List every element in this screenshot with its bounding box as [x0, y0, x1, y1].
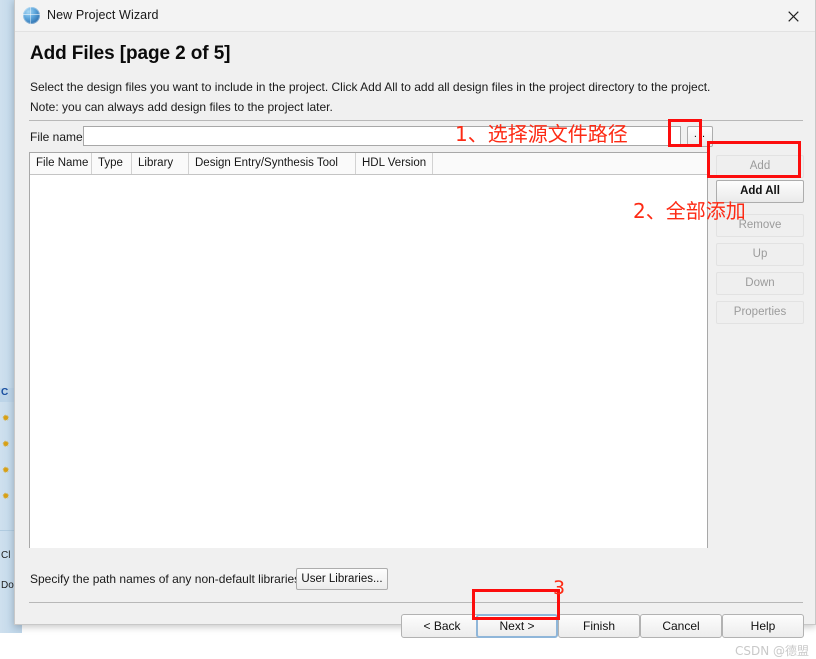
host-panel-label-cl: Cl [1, 550, 11, 561]
nav-button-next[interactable]: Next > [476, 614, 558, 638]
user-libraries-button[interactable]: User Libraries... [296, 568, 388, 590]
file-list-column-header[interactable] [433, 153, 706, 174]
button-properties: Properties [716, 301, 804, 324]
file-list-column-header[interactable]: Type [92, 153, 132, 174]
file-name-input[interactable] [83, 126, 681, 146]
separator-top [29, 120, 803, 121]
button-add: Add [716, 155, 804, 178]
button-down: Down [716, 272, 804, 295]
nav-button-cancel[interactable]: Cancel [640, 614, 722, 638]
quartus-globe-icon [23, 7, 40, 24]
browse-files-button[interactable]: ... [687, 126, 713, 147]
host-tree-label-c: C [1, 387, 9, 398]
nav-button-back[interactable]: < Back [401, 614, 483, 638]
user-libraries-label: Specify the path names of any non-defaul… [30, 572, 304, 586]
close-icon[interactable] [771, 0, 815, 31]
nav-button-finish[interactable]: Finish [558, 614, 640, 638]
host-panel-label-do: Do [1, 580, 14, 591]
dialog-titlebar: New Project Wizard [15, 0, 815, 32]
window-title: New Project Wizard [47, 8, 159, 22]
file-list-column-header[interactable]: Library [132, 153, 189, 174]
nav-button-help[interactable]: Help [722, 614, 804, 638]
file-list-column-header[interactable]: HDL Version [356, 153, 433, 174]
page-title: Add Files [page 2 of 5] [30, 43, 231, 64]
separator-bottom [29, 602, 803, 603]
file-list-table[interactable]: File Name Type Library Design Entry/Synthes… [29, 152, 708, 548]
page-description-line2: Note: you can always add design files to… [30, 100, 333, 114]
button-up: Up [716, 243, 804, 266]
file-list-body[interactable] [30, 175, 707, 548]
file-list-column-header[interactable]: File Name [30, 153, 92, 174]
button-remove: Remove [716, 214, 804, 237]
csdn-watermark: CSDN @德盟 [734, 644, 809, 658]
file-name-label: File name: [30, 130, 87, 144]
button-add-all[interactable]: Add All [716, 180, 804, 203]
new-project-wizard-dialog: New Project Wizard Add Files [page 2 of … [14, 0, 816, 658]
file-list-column-header[interactable]: Design Entry/Synthesis Tool [189, 153, 356, 174]
page-description-line1: Select the design files you want to incl… [30, 80, 711, 94]
file-list-header-row: File Name Type Library Design Entry/Synthes… [30, 153, 707, 175]
